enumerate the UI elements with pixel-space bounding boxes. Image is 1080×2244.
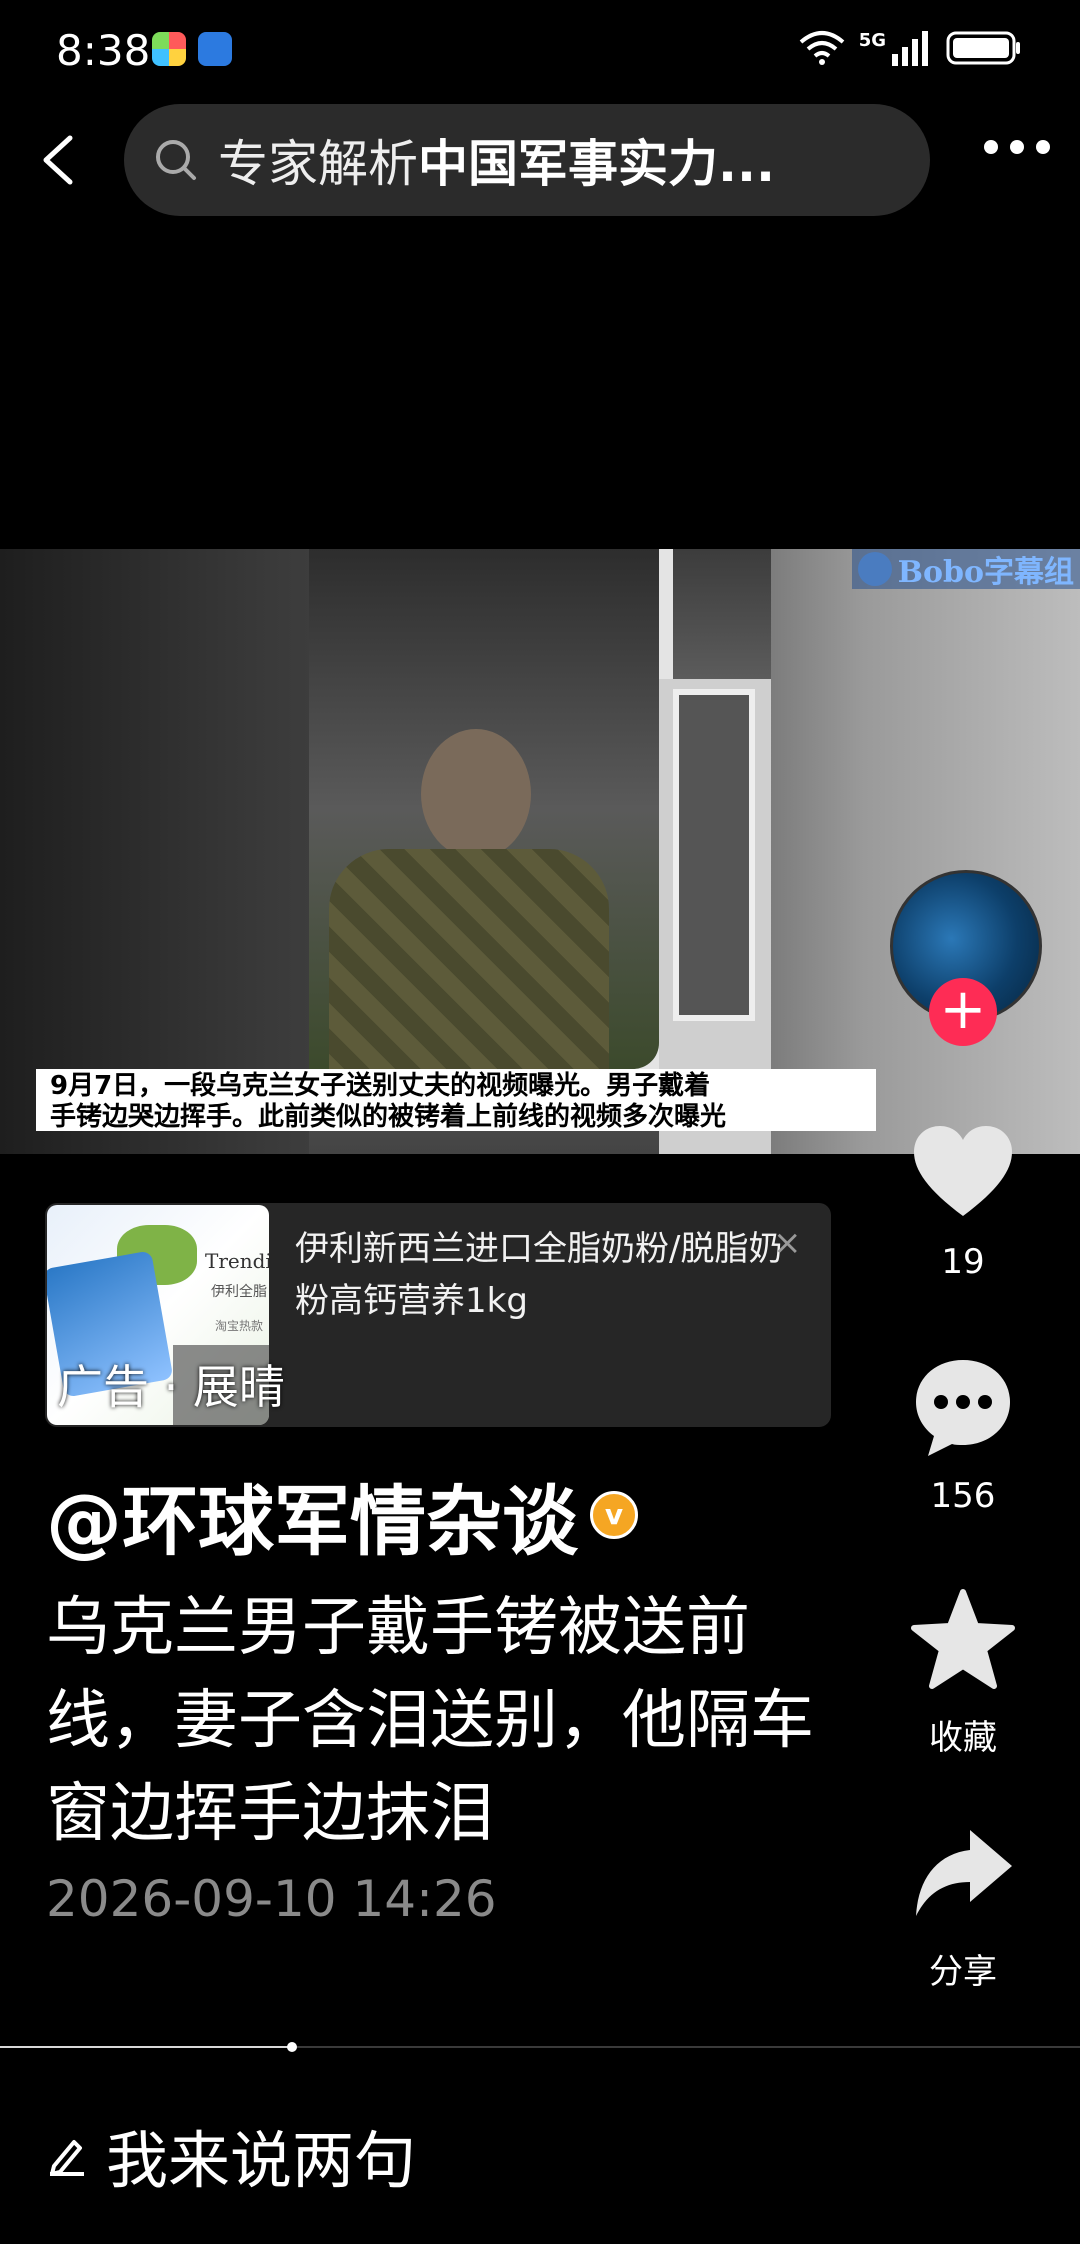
watermark-text: Bobo字幕组 [897, 555, 1074, 590]
more-dot [1036, 140, 1050, 154]
video-caption: 9月7日，一段乌克兰女子送别丈夫的视频曝光。男子戴着 手铐边哭边挥手。此前类似的… [36, 1069, 876, 1132]
follow-button[interactable]: + [929, 978, 997, 1046]
watermark-logo-icon [857, 552, 892, 586]
bus-door-window-image [673, 689, 755, 1021]
ad-card[interactable]: Trendi 伊利全脂 淘宝热款 广告 · 展晴 伊利新西兰进口全脂奶粉/脱脂奶… [45, 1203, 831, 1427]
network-type-label: 5G [858, 30, 886, 51]
like-button[interactable]: 19 [880, 1118, 1046, 1282]
more-dot [1010, 140, 1024, 154]
video-watermark: Bobo字幕组 [851, 549, 1080, 590]
heart-icon [914, 1126, 1012, 1216]
caption-line: 手铐边哭边挥手。此前类似的被铐着上前线的视频多次曝光 [50, 1102, 727, 1132]
more-options-icon[interactable] [984, 140, 1050, 154]
comment-input-bar[interactable]: 我来说两句 [46, 2110, 416, 2200]
ad-thumb-tag: 淘宝热款 [215, 1319, 264, 1333]
battery-icon [946, 31, 1020, 65]
search-query-normal: 专家解析 [218, 135, 418, 193]
ad-close-icon[interactable]: × [773, 1223, 802, 1263]
share-button[interactable]: 分享 [880, 1820, 1046, 1993]
search-icon [156, 140, 196, 180]
app-notification-icon [152, 32, 186, 66]
ad-thumb-subtitle: 伊利全脂 [211, 1284, 267, 1300]
author-name[interactable]: @环球军情杂谈 [46, 1460, 578, 1570]
search-query-bold: 中国军事实力... [418, 135, 775, 193]
ad-title[interactable]: 伊利新西兰进口全脂奶粉/脱脂奶粉高钙营养1kg [295, 1223, 785, 1327]
favorite-label: 收藏 [929, 1718, 997, 1758]
comment-count: 156 [930, 1476, 996, 1516]
video-progress-fill [0, 2046, 292, 2048]
wifi-icon [799, 31, 844, 65]
ad-label: 广告 · 展晴 [57, 1360, 285, 1414]
comment-button[interactable]: 156 [880, 1352, 1046, 1516]
status-time: 8:38 [56, 26, 151, 75]
author-line[interactable]: @环球军情杂谈 v [46, 1460, 638, 1570]
status-indicators: 5G [799, 30, 1022, 66]
person-image [421, 729, 531, 859]
post-title: 乌克兰男子戴手铐被送前线，妻子含泪送别，他隔车窗边挥手边抹泪 [46, 1591, 814, 1851]
video-progress-handle[interactable] [286, 2042, 297, 2052]
search-bar[interactable]: 专家解析中国军事实力... [124, 104, 930, 216]
share-icon [916, 1830, 1012, 1916]
share-label: 分享 [929, 1952, 997, 1992]
comment-input-placeholder[interactable]: 我来说两句 [106, 2110, 416, 2200]
ad-thumb-brand: Trendi [205, 1249, 269, 1273]
favorite-button[interactable]: 收藏 [880, 1586, 1046, 1759]
bus-window-image [309, 549, 673, 1083]
search-query[interactable]: 专家解析中国军事实力... [218, 124, 775, 196]
caption-line: 9月7日，一段乌克兰女子送别丈夫的视频曝光。男子戴着 [50, 1071, 711, 1101]
comment-icon [916, 1360, 1010, 1456]
video-frame [309, 549, 771, 1154]
video-player[interactable]: Bobo字幕组 9月7日，一段乌克兰女子送别丈夫的视频曝光。男子戴着 手铐边哭边… [0, 549, 1080, 1154]
verified-badge-icon: v [590, 1491, 638, 1539]
status-bar: 8:38 5G [0, 0, 1080, 100]
pencil-icon [50, 2140, 84, 2176]
more-dot [984, 140, 998, 154]
person-uniform-image [329, 849, 609, 1079]
signal-icon [892, 31, 928, 66]
shield-app-icon [198, 32, 232, 66]
post-timestamp: 2026-09-10 14:26 [46, 1870, 497, 1928]
star-icon [911, 1589, 1015, 1689]
like-count: 19 [941, 1242, 985, 1282]
back-icon[interactable] [34, 132, 90, 188]
video-progress-bar[interactable] [0, 2042, 1080, 2052]
